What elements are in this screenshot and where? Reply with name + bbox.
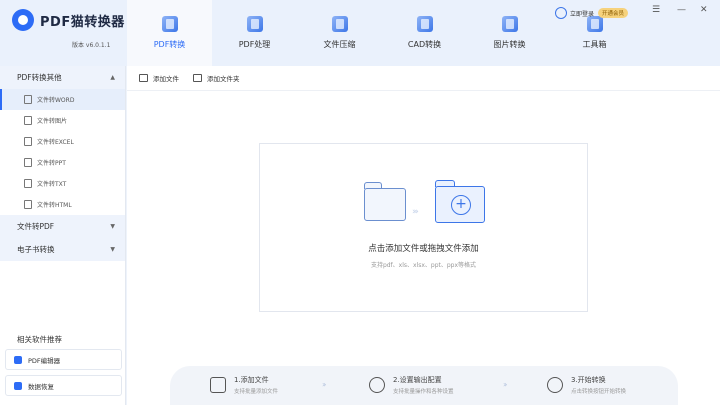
pdf-process-icon [246,16,263,32]
step-title: 1.添加文件 [234,376,269,384]
sidebar-item-label: 文件转图片 [37,118,68,125]
step-desc: 点击转换按钮开始转换 [571,389,627,395]
main-panel: 添加文件 添加文件夹 ››› + 点击添加文件或拖拽文件添加 支持pdf、xls… [127,66,720,405]
title-bar: PDF猫转换器 版本 v6.0.1.1 PDF转换 PDF处理 文件压缩 CAD… [0,0,720,66]
minimize-icon[interactable]: — [677,5,686,15]
recommend-pdf-editor[interactable]: PDF编辑器 [5,349,122,370]
caret-up-icon: ▲ [110,74,115,81]
file-icon [24,95,32,104]
close-icon[interactable]: ✕ [700,5,708,15]
sidebar-item-to-ppt[interactable]: 文件转PPT [0,152,125,173]
image-file-icon [24,116,32,125]
sidebar-group-ebook[interactable]: 电子书转换 ▼ [0,238,125,261]
tab-pdf-process[interactable]: PDF处理 [212,0,297,66]
login-area: 立即登录 开通会员 [555,7,629,19]
add-folder-icon [193,74,202,82]
tab-cad[interactable]: CAD转换 [382,0,467,66]
file-drop-zone[interactable]: ››› + 点击添加文件或拖拽文件添加 支持pdf、xls、xlsx、ppt、p… [259,143,588,312]
data-recovery-icon [14,381,22,390]
step-add-file: 1.添加文件 支持批量添加文件 [210,375,278,395]
file-icon [24,158,32,167]
tab-image[interactable]: 图片转换 [467,0,552,66]
folder-icon [364,182,406,221]
step-desc: 支持批量操作和各种设置 [393,389,454,395]
sidebar-group-label: 电子书转换 [17,245,55,254]
plus-icon: + [451,195,471,215]
pdf-convert-icon [161,16,178,32]
step-arrow-icon: ›› [503,380,508,389]
sidebar-group-label: PDF转换其他 [17,73,62,82]
add-file-icon [139,74,148,82]
tab-label: PDF转换 [153,40,186,49]
step-title: 3.开始转换 [571,376,606,384]
sidebar-item-to-html[interactable]: 文件转HTML [0,194,125,215]
recommend-title: 相关软件推荐 [17,335,62,344]
sidebar-item-to-word[interactable]: 文件转WORD [0,89,125,110]
file-icon [24,179,32,188]
image-icon [501,16,518,32]
step-title: 2.设置输出配置 [393,376,442,384]
sidebar-item-label: 文件转HTML [37,202,72,209]
caret-down-icon: ▼ [110,223,115,230]
drop-title: 点击添加文件或拖拽文件添加 [368,244,479,254]
user-icon [555,7,567,19]
add-file-button[interactable]: 添加文件 [139,73,179,83]
menu-icon[interactable]: ☰ [652,5,660,15]
app-version: 版本 v6.0.1.1 [72,42,111,49]
sidebar-group-label: 文件转PDF [17,222,55,231]
recommend-label: 数据恢复 [28,382,54,391]
sidebar-group-file-to-pdf[interactable]: 文件转PDF ▼ [0,215,125,238]
tab-label: 文件压缩 [323,40,356,49]
sidebar-item-label: 文件转WORD [37,97,75,104]
sidebar-item-to-excel[interactable]: 文件转EXCEL [0,131,125,152]
step-start: 3.开始转换 点击转换按钮开始转换 [547,375,626,395]
sidebar-item-label: 文件转EXCEL [37,139,74,146]
tab-compress[interactable]: 文件压缩 [297,0,382,66]
login-link[interactable]: 立即登录 [570,9,594,18]
toolbar: 添加文件 添加文件夹 [127,66,720,91]
app-title: PDF猫转换器 [40,14,125,30]
vip-button[interactable]: 开通会员 [598,8,629,18]
tab-pdf-convert[interactable]: PDF转换 [127,0,212,66]
sidebar-item-to-txt[interactable]: 文件转TXT [0,173,125,194]
settings-icon [369,377,385,393]
pdf-editor-icon [14,355,22,364]
tab-label: 工具箱 [582,40,607,49]
convert-icon [547,377,563,393]
recommend-data-recovery[interactable]: 数据恢复 [5,375,122,396]
app-logo: PDF猫转换器 [12,9,125,31]
steps-bar: 1.添加文件 支持批量添加文件 ›› 2.设置输出配置 支持批量操作和各种设置 … [170,366,678,405]
file-icon [24,200,32,209]
add-folder-button[interactable]: 添加文件夹 [193,73,240,83]
sidebar-item-to-image[interactable]: 文件转图片 [0,110,125,131]
compress-icon [331,16,348,32]
step-settings: 2.设置输出配置 支持批量操作和各种设置 [369,375,454,395]
sidebar-item-label: 文件转PPT [37,160,66,167]
file-icon [24,137,32,146]
cad-icon [416,16,433,32]
sidebar: PDF转换其他 ▲ 文件转WORD 文件转图片 文件转EXCEL 文件转PPT … [0,66,126,405]
tab-label: PDF处理 [238,40,271,49]
folder-outline-icon [210,377,226,393]
step-desc: 支持批量添加文件 [234,389,279,395]
recommend-label: PDF编辑器 [28,356,61,365]
sidebar-group-pdf-convert-other[interactable]: PDF转换其他 ▲ [0,66,125,89]
add-folder-label: 添加文件夹 [207,75,240,83]
sidebar-item-label: 文件转TXT [37,181,67,188]
app-logo-icon [12,9,34,31]
tab-label: 图片转换 [493,40,526,49]
drop-subtitle: 支持pdf、xls、xlsx、ppt、ppx等格式 [370,262,477,269]
step-arrow-icon: ›› [322,380,327,389]
caret-down-icon: ▼ [110,246,115,253]
arrows-icon: ››› [412,207,419,217]
tab-label: CAD转换 [407,40,442,49]
add-file-label: 添加文件 [153,75,179,83]
add-folder-big-icon: + [435,180,485,223]
